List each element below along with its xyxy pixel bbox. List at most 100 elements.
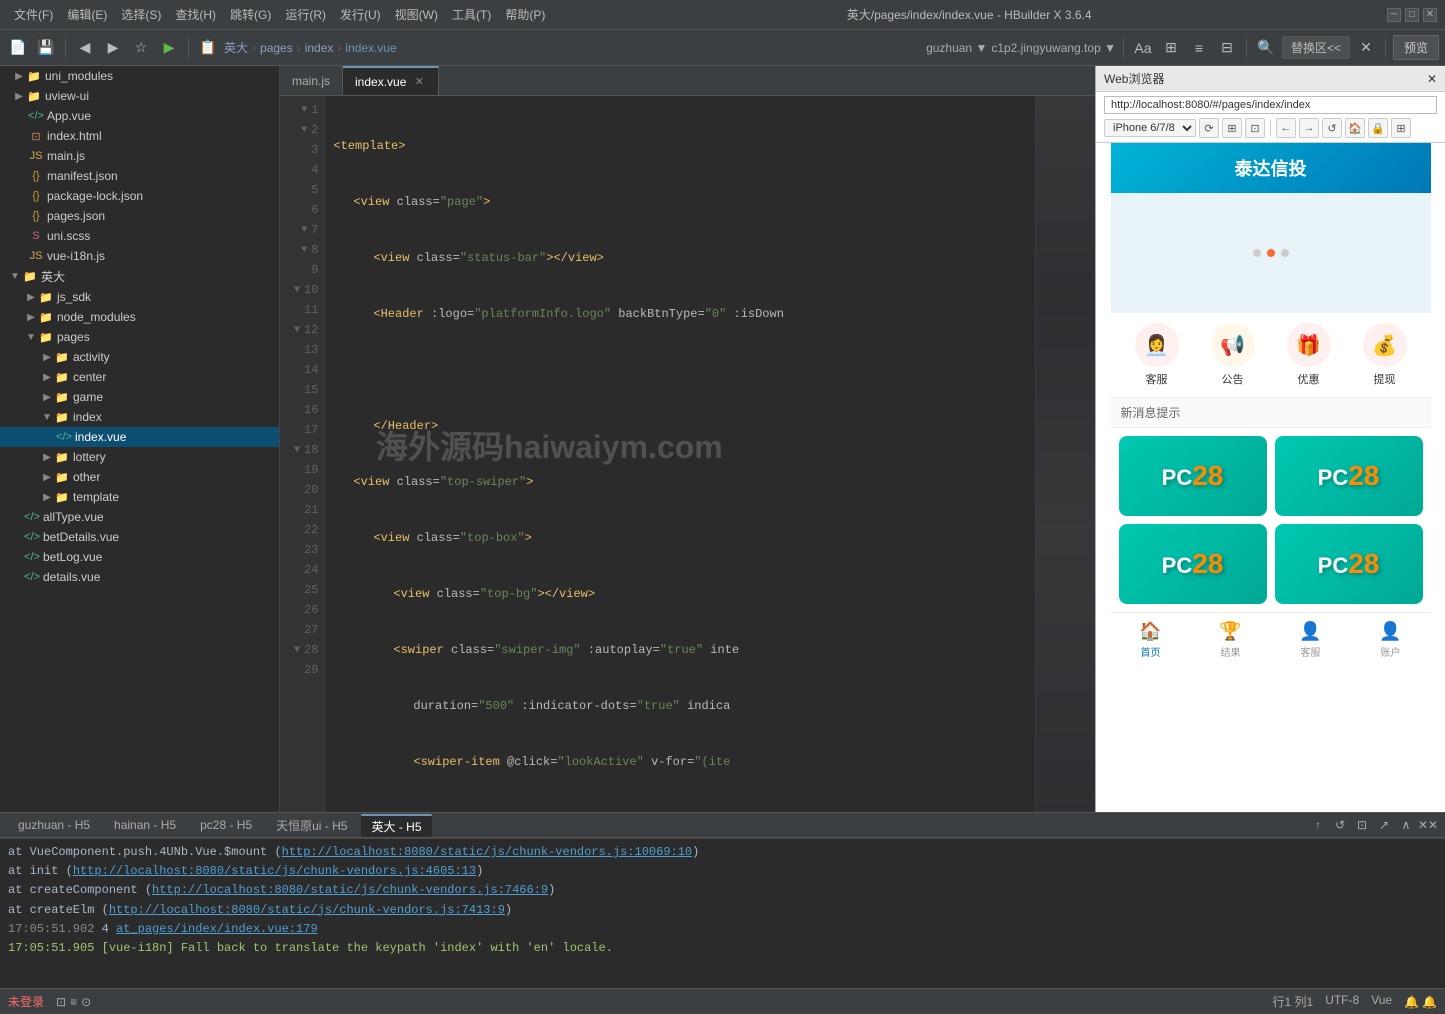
run-tab-icon-1[interactable]: ↑ <box>1309 816 1327 834</box>
fold-1[interactable]: ▼ <box>301 103 307 118</box>
back-button[interactable]: ◀ <box>73 36 97 60</box>
close-button[interactable]: ✕ <box>1423 8 1437 22</box>
menu-select[interactable]: 选择(S) <box>115 4 167 25</box>
sidebar-item-details[interactable]: </> details.vue <box>0 567 279 587</box>
minimize-button[interactable]: ─ <box>1387 8 1401 22</box>
format-button[interactable]: ⊞ <box>1159 36 1183 60</box>
preview-button[interactable]: 预览 <box>1393 35 1439 60</box>
sidebar-item-vue-i18n[interactable]: JS vue-i18n.js <box>0 246 279 266</box>
sidebar-item-other[interactable]: ▶ 📁 other <box>0 467 279 487</box>
menu-run[interactable]: 运行(R) <box>279 4 332 25</box>
fold-7[interactable]: ▼ <box>301 223 307 238</box>
window-controls[interactable]: ─ □ ✕ <box>1387 8 1437 22</box>
sidebar-item-app-vue[interactable]: </> App.vue <box>0 106 279 126</box>
browser-lock-button[interactable]: 🔒 <box>1368 118 1388 138</box>
menu-goto[interactable]: 跳转(G) <box>224 4 277 25</box>
game-card-1[interactable]: PC28 <box>1119 436 1267 516</box>
menu-help[interactable]: 帮助(P) <box>499 4 551 25</box>
sidebar-item-js_sdk[interactable]: ▶ 📁 js_sdk <box>0 287 279 307</box>
browser-back-button[interactable]: ← <box>1276 118 1296 138</box>
phone-icon-offer[interactable]: 🎁 优惠 <box>1287 323 1331 387</box>
server-selector[interactable]: guzhuan ▼ <box>926 41 987 55</box>
open-browser-button[interactable]: ⊞ <box>1222 118 1242 138</box>
console-link-2[interactable]: http://localhost:8080/static/js/chunk-ve… <box>73 864 476 878</box>
tab-index-vue[interactable]: index.vue ✕ <box>343 66 439 95</box>
sidebar-item-main-js[interactable]: JS main.js <box>0 146 279 166</box>
menu-tools[interactable]: 工具(T) <box>446 4 497 25</box>
sidebar-item-betLog[interactable]: </> betLog.vue <box>0 547 279 567</box>
sidebar-item-manifest[interactable]: {} manifest.json <box>0 166 279 186</box>
phone-icon-customer[interactable]: 👩‍💼 客服 <box>1135 323 1179 387</box>
code-content[interactable]: <template> <view class="page"> <view cla… <box>325 96 1035 812</box>
menu-publish[interactable]: 发行(U) <box>334 4 387 25</box>
game-card-2[interactable]: PC28 <box>1275 436 1423 516</box>
run-tab-guzhuan[interactable]: guzhuan - H5 <box>8 816 100 834</box>
fold-8[interactable]: ▼ <box>301 243 307 258</box>
fold-28[interactable]: ▼ <box>294 643 300 658</box>
menu-view[interactable]: 视图(W) <box>389 4 444 25</box>
filter-button[interactable]: ⊟ <box>1215 36 1239 60</box>
breadcrumb-pages[interactable]: pages <box>260 41 293 55</box>
code-editor[interactable]: ▼1 ▼2 3 4 5 6 ▼7 ▼8 9 ▼10 11 ▼12 13 14 1… <box>280 96 1095 812</box>
phone-icon-notice[interactable]: 📢 公告 <box>1211 323 1255 387</box>
browser-forward-button[interactable]: → <box>1299 118 1319 138</box>
console-link-4[interactable]: http://localhost:8080/static/js/chunk-ve… <box>109 903 505 917</box>
run-tab-hainan[interactable]: hainan - H5 <box>104 816 186 834</box>
tab-main-js[interactable]: main.js <box>280 66 343 95</box>
replace-button[interactable]: 替换区<< <box>1282 36 1350 59</box>
console-link-5[interactable]: at_pages/index/index.vue:179 <box>116 922 318 936</box>
sidebar-item-uview-ui[interactable]: ▶ 📁 uview-ui <box>0 86 279 106</box>
run-tab-yingda[interactable]: 英大 - H5 <box>361 814 431 837</box>
bookmark-button[interactable]: ☆ <box>129 36 153 60</box>
save-button[interactable]: 💾 <box>34 36 58 60</box>
menu-find[interactable]: 查找(H) <box>169 4 222 25</box>
fold-12[interactable]: ▼ <box>294 323 300 338</box>
menu-file[interactable]: 文件(F) <box>8 4 59 25</box>
phone-nav-home[interactable]: 🏠 首页 <box>1139 621 1161 659</box>
sidebar-item-allType[interactable]: </> allType.vue <box>0 507 279 527</box>
sidebar-item-pages-folder[interactable]: ▼ 📁 pages <box>0 327 279 347</box>
browser-home-button[interactable]: 🏠 <box>1345 118 1365 138</box>
console-link-3[interactable]: http://localhost:8080/static/js/chunk-ve… <box>152 883 548 897</box>
phone-nav-account[interactable]: 👤 账户 <box>1379 621 1401 659</box>
sidebar-item-activity[interactable]: ▶ 📁 activity <box>0 347 279 367</box>
fold-18[interactable]: ▼ <box>294 443 300 458</box>
run-tab-icon-5[interactable]: ∧ <box>1397 816 1415 834</box>
font-size-button[interactable]: Aa <box>1131 36 1155 60</box>
browser-layout-button[interactable]: ⊡ <box>1245 118 1265 138</box>
menu-bar[interactable]: 文件(F) 编辑(E) 选择(S) 查找(H) 跳转(G) 运行(R) 发行(U… <box>8 4 551 25</box>
indent-button[interactable]: ≡ <box>1187 36 1211 60</box>
run-tab-pc28[interactable]: pc28 - H5 <box>190 816 262 834</box>
maximize-button[interactable]: □ <box>1405 8 1419 22</box>
phone-nav-results[interactable]: 🏆 结果 <box>1219 621 1241 659</box>
refresh-browser-button[interactable]: ⟳ <box>1199 118 1219 138</box>
sidebar-item-package-lock[interactable]: {} package-lock.json <box>0 186 279 206</box>
phone-icon-withdraw[interactable]: 💰 提现 <box>1363 323 1407 387</box>
game-card-4[interactable]: PC28 <box>1275 524 1423 604</box>
run-tab-icon-3[interactable]: ⊡ <box>1353 816 1371 834</box>
console-link-1[interactable]: http://localhost:8080/static/js/chunk-ve… <box>282 845 692 859</box>
breadcrumb-index[interactable]: index <box>305 41 334 55</box>
sidebar-item-pages-json[interactable]: {} pages.json <box>0 206 279 226</box>
game-card-3[interactable]: PC28 <box>1119 524 1267 604</box>
new-file-button[interactable]: 📄 <box>6 36 30 60</box>
run-tab-tianheng[interactable]: 天恒原ui - H5 <box>266 815 357 836</box>
sidebar-item-center[interactable]: ▶ 📁 center <box>0 367 279 387</box>
breadcrumb-file[interactable]: index.vue <box>345 41 396 55</box>
sidebar-item-uni-scss[interactable]: S uni.scss <box>0 226 279 246</box>
sidebar-item-game[interactable]: ▶ 📁 game <box>0 387 279 407</box>
close-search-button[interactable]: ✕ <box>1354 36 1378 60</box>
phone-nav-customer[interactable]: 👤 客服 <box>1299 621 1321 659</box>
sidebar-item-index-html[interactable]: ⊡ index.html <box>0 126 279 146</box>
browser-more-button[interactable]: ⊞ <box>1391 118 1411 138</box>
breadcrumb-root[interactable]: 英大 <box>224 39 248 56</box>
menu-edit[interactable]: 编辑(E) <box>61 4 113 25</box>
run-tab-icon-4[interactable]: ↗ <box>1375 816 1393 834</box>
sidebar-item-betDetails[interactable]: </> betDetails.vue <box>0 527 279 547</box>
sidebar-item-index-folder[interactable]: ▼ 📁 index <box>0 407 279 427</box>
browser-url-input[interactable] <box>1104 96 1437 114</box>
browser-reload-button[interactable]: ↺ <box>1322 118 1342 138</box>
device-selector[interactable]: iPhone 6/7/8 <box>1104 119 1196 137</box>
fold-10[interactable]: ▼ <box>294 283 300 298</box>
run-tab-icon-6[interactable]: ✕✕ <box>1419 816 1437 834</box>
